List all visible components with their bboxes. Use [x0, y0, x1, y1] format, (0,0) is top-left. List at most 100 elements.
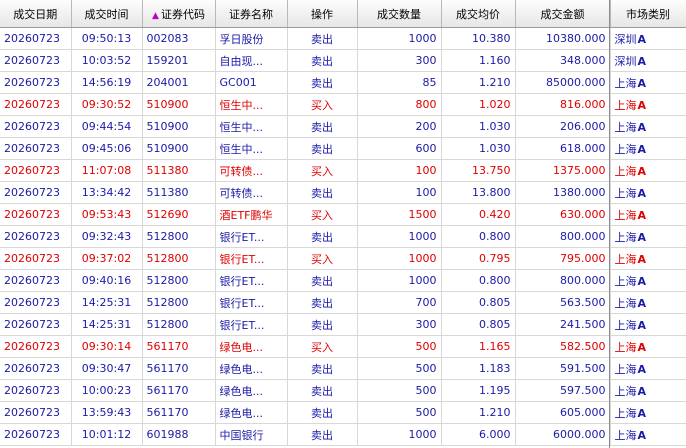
cell-code: 510900	[142, 137, 216, 160]
cell-date: 20260723	[0, 313, 72, 336]
cell-name: 恒生中...	[215, 93, 288, 116]
cell-name: 银行ET...	[215, 269, 288, 292]
cell-avg-price: 1.210	[441, 71, 516, 94]
market-label: 上海	[614, 142, 637, 156]
column-header-amount[interactable]: 成交金额	[515, 0, 611, 28]
column-header-operation[interactable]: 操作	[287, 0, 358, 28]
column-header-name[interactable]: 证券名称	[215, 0, 288, 28]
table-row[interactable]: 20260723 10:00:23 561170 绿色电... 卖出 500 1.195 59…	[0, 379, 686, 402]
cell-amount: 563.500	[515, 291, 611, 314]
table-row[interactable]: 20260723 09:32:43 512800 银行ET... 卖出 1000 0.800…	[0, 225, 686, 248]
cell-amount: 800.000	[515, 225, 611, 248]
cell-code: 512800	[142, 247, 216, 270]
market-label: 上海	[614, 340, 637, 354]
cell-time: 14:56:19	[71, 71, 143, 94]
cell-time: 09:37:02	[71, 247, 143, 270]
cell-market: 上海A	[610, 93, 686, 116]
table-row[interactable]: 20260723 11:07:08 511380 可转债... 买入 100 13.750 1…	[0, 159, 686, 182]
column-header-date[interactable]: 成交日期	[0, 0, 72, 28]
table-row[interactable]: 20260723 09:40:16 512800 银行ET... 卖出 1000 0.800…	[0, 269, 686, 292]
cell-market: 上海A	[610, 225, 686, 248]
cell-code: 561170	[142, 401, 216, 424]
cell-name: 绿色电...	[215, 335, 288, 358]
table-row[interactable]: 20260723 13:59:43 561170 绿色电... 卖出 500 1.210 60…	[0, 401, 686, 424]
cell-time: 09:53:43	[71, 203, 143, 226]
column-header-time[interactable]: 成交时间	[71, 0, 143, 28]
market-label: 上海	[614, 274, 637, 288]
cell-operation: 卖出	[287, 401, 358, 424]
cell-operation: 买入	[287, 203, 358, 226]
table-row[interactable]: 20260723 09:37:02 512800 银行ET... 买入 1000 0.795…	[0, 247, 686, 270]
trade-records-grid: 成交日期 成交时间 ▲ 证券代码 证券名称 操作 成交数量 成交均价 成交金额 市…	[0, 0, 686, 448]
cell-name: 酒ETF鹏华	[215, 203, 288, 226]
cell-date: 20260723	[0, 181, 72, 204]
cell-name: GC001	[215, 71, 288, 94]
cell-avg-price: 1.030	[441, 137, 516, 160]
column-header-market[interactable]: 市场类别	[610, 0, 686, 28]
cell-time: 09:50:13	[71, 27, 143, 50]
cell-name: 可转债...	[215, 181, 288, 204]
cell-avg-price: 0.805	[441, 313, 516, 336]
table-row[interactable]: 20260723 09:53:43 512690 酒ETF鹏华 买入 1500 0.420 6…	[0, 203, 686, 226]
table-row[interactable]: 20260723 10:01:12 601988 中国银行 卖出 1000 6.000 600…	[0, 423, 686, 446]
cell-date: 20260723	[0, 71, 72, 94]
cell-market: 上海A	[610, 423, 686, 446]
table-row[interactable]: 20260723 10:03:52 159201 自由现... 卖出 300 1.160 34…	[0, 49, 686, 72]
cell-quantity: 1500	[357, 203, 442, 226]
cell-code: 512800	[142, 269, 216, 292]
cell-market: 深圳A	[610, 27, 686, 50]
cell-market: 上海A	[610, 181, 686, 204]
sort-ascending-icon: ▲	[152, 10, 159, 21]
cell-operation: 卖出	[287, 115, 358, 138]
table-row[interactable]: 20260723 09:30:52 510900 恒生中... 买入 800 1.020 81…	[0, 93, 686, 116]
cell-operation: 买入	[287, 159, 358, 182]
cell-time: 09:30:52	[71, 93, 143, 116]
cell-avg-price: 6.000	[441, 423, 516, 446]
cell-avg-price: 0.800	[441, 269, 516, 292]
cell-amount: 85000.000	[515, 71, 611, 94]
market-a-share-mark: A	[637, 142, 647, 156]
cell-operation: 卖出	[287, 225, 358, 248]
table-row[interactable]: 20260723 14:25:31 512800 银行ET... 卖出 700 0.805 5…	[0, 291, 686, 314]
column-header-avg-price[interactable]: 成交均价	[441, 0, 516, 28]
table-row[interactable]: 20260723 09:30:14 561170 绿色电... 买入 500 1.165 58…	[0, 335, 686, 358]
cell-time: 10:03:52	[71, 49, 143, 72]
cell-avg-price: 1.160	[441, 49, 516, 72]
table-row[interactable]: 20260723 09:30:47 561170 绿色电... 卖出 500 1.183 59…	[0, 357, 686, 380]
cell-code: 510900	[142, 93, 216, 116]
cell-name: 银行ET...	[215, 225, 288, 248]
column-header-code[interactable]: ▲ 证券代码	[142, 0, 216, 28]
cell-amount: 241.500	[515, 313, 611, 336]
market-a-share-mark: A	[637, 274, 647, 288]
table-row[interactable]: 20260723 09:44:54 510900 恒生中... 卖出 200 1.030 20…	[0, 115, 686, 138]
cell-time: 09:30:14	[71, 335, 143, 358]
table-row[interactable]: 20260723 14:56:19 204001 GC001 卖出 85 1.210 8500…	[0, 71, 686, 94]
cell-time: 13:34:42	[71, 181, 143, 204]
table-row[interactable]: 20260723 09:45:06 510900 恒生中... 卖出 600 1.030 61…	[0, 137, 686, 160]
cell-avg-price: 13.750	[441, 159, 516, 182]
cell-quantity: 100	[357, 159, 442, 182]
cell-avg-price: 0.420	[441, 203, 516, 226]
cell-name: 银行ET...	[215, 313, 288, 336]
cell-code: 601988	[142, 423, 216, 446]
cell-time: 09:44:54	[71, 115, 143, 138]
column-header-quantity[interactable]: 成交数量	[357, 0, 442, 28]
cell-amount: 6000.000	[515, 423, 611, 446]
table-row[interactable]: 20260723 14:25:31 512800 银行ET... 卖出 300 0.805 2…	[0, 313, 686, 336]
cell-avg-price: 1.195	[441, 379, 516, 402]
market-label: 上海	[614, 428, 637, 442]
market-a-share-mark: A	[637, 186, 647, 200]
cell-code: 512800	[142, 291, 216, 314]
market-label: 上海	[614, 76, 637, 90]
cell-quantity: 600	[357, 137, 442, 160]
cell-quantity: 800	[357, 93, 442, 116]
table-row[interactable]: 20260723 13:34:42 511380 可转债... 卖出 100 13.800 1…	[0, 181, 686, 204]
cell-avg-price: 10.380	[441, 27, 516, 50]
cell-amount: 1375.000	[515, 159, 611, 182]
cell-date: 20260723	[0, 291, 72, 314]
cell-operation: 卖出	[287, 49, 358, 72]
cell-date: 20260723	[0, 93, 72, 116]
table-row[interactable]: 20260723 09:50:13 002083 孚日股份 卖出 1000 10.380 10…	[0, 27, 686, 50]
cell-amount: 591.500	[515, 357, 611, 380]
cell-quantity: 1000	[357, 225, 442, 248]
